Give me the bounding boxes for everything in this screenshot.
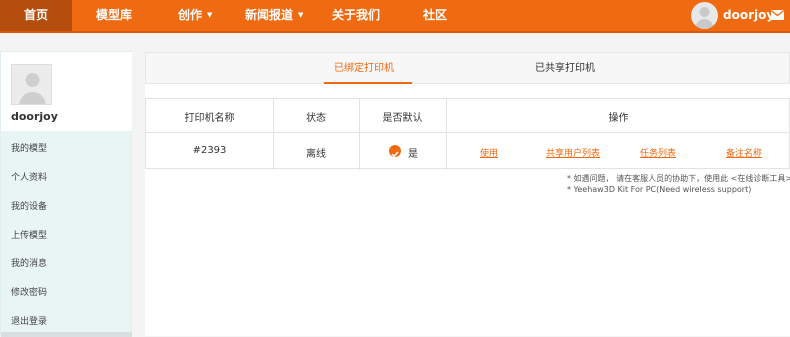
nav-create[interactable]: 创作 ▼ <box>178 0 212 31</box>
tab-shared-printers[interactable]: 已共享打印机 <box>535 53 595 85</box>
nav-community[interactable]: 社区 <box>423 0 447 31</box>
sidebar-item-upload[interactable]: 上传模型 <box>11 228 47 241</box>
user-icon <box>19 73 46 104</box>
printer-table: 打印机名称 状态 是否默认 操作 #2393 离线 是 使用 共享用户列表 任务… <box>145 98 790 170</box>
nav-home[interactable]: 首页 <box>0 0 72 31</box>
tab-bound-printers[interactable]: 已绑定打印机 <box>334 53 394 85</box>
top-username[interactable]: doorjoy <box>723 0 774 31</box>
nav-models[interactable]: 模型库 <box>96 0 132 31</box>
sidebar-username: doorjoy <box>11 110 58 123</box>
printer-status: 离线 <box>306 149 326 160</box>
avatar[interactable] <box>11 64 52 105</box>
sidebar-item-devices[interactable]: 我的设备 <box>11 199 47 212</box>
sidebar-item-logout[interactable]: 退出登录 <box>11 314 47 327</box>
printer-default: 是 <box>408 149 418 160</box>
sidebar: doorjoy 我的模型 个人资料 我的设备 上传模型 我的消息 修改密码 退出… <box>0 51 132 337</box>
action-remark-name-link[interactable]: 备注名称 <box>726 146 762 159</box>
check-icon <box>389 145 401 158</box>
sidebar-item-messages[interactable]: 我的消息 <box>11 256 47 269</box>
nav-about[interactable]: 关于我们 <box>332 0 380 31</box>
printer-name: #2393 <box>192 145 227 156</box>
sidebar-item-password[interactable]: 修改密码 <box>11 285 47 298</box>
action-task-list-link[interactable]: 任务列表 <box>640 146 676 159</box>
kit-note: * Yeehaw3D Kit For PC(Need wireless supp… <box>567 185 752 194</box>
sidebar-item-profile[interactable]: 个人资料 <box>11 170 47 183</box>
header-default: 是否默认 <box>382 113 423 124</box>
top-navbar: 首页 模型库 创作 ▼ 新闻报道 ▼ 关于我们 社区 doorjoy <box>0 0 790 33</box>
user-icon <box>695 7 714 29</box>
mail-icon[interactable] <box>771 10 784 20</box>
sidebar-profile: doorjoy <box>1 52 132 131</box>
tab-bar: 已绑定打印机 已共享打印机 <box>145 52 790 84</box>
header-status: 状态 <box>306 113 326 124</box>
nav-news[interactable]: 新闻报道 ▼ <box>245 0 303 31</box>
header-printer-name: 打印机名称 <box>184 113 235 124</box>
action-use-link[interactable]: 使用 <box>480 146 498 159</box>
header-actions: 操作 <box>608 113 629 124</box>
chevron-down-icon: ▼ <box>207 11 213 19</box>
avatar[interactable] <box>691 2 718 29</box>
chevron-down-icon: ▼ <box>298 11 304 19</box>
tab-active-indicator <box>324 82 412 84</box>
help-note: * 如遇问题， 请在客服人员的协助下，使用此 <在线诊断工具> <box>567 174 790 183</box>
sidebar-item-my-models[interactable]: 我的模型 <box>11 141 47 154</box>
printer-panel: 已绑定打印机 已共享打印机 打印机名称 状态 是否默认 操作 #2393 离线 … <box>145 52 790 336</box>
action-shared-users-link[interactable]: 共享用户列表 <box>546 146 600 159</box>
table-divider <box>146 132 790 133</box>
sidebar-divider <box>1 332 132 337</box>
